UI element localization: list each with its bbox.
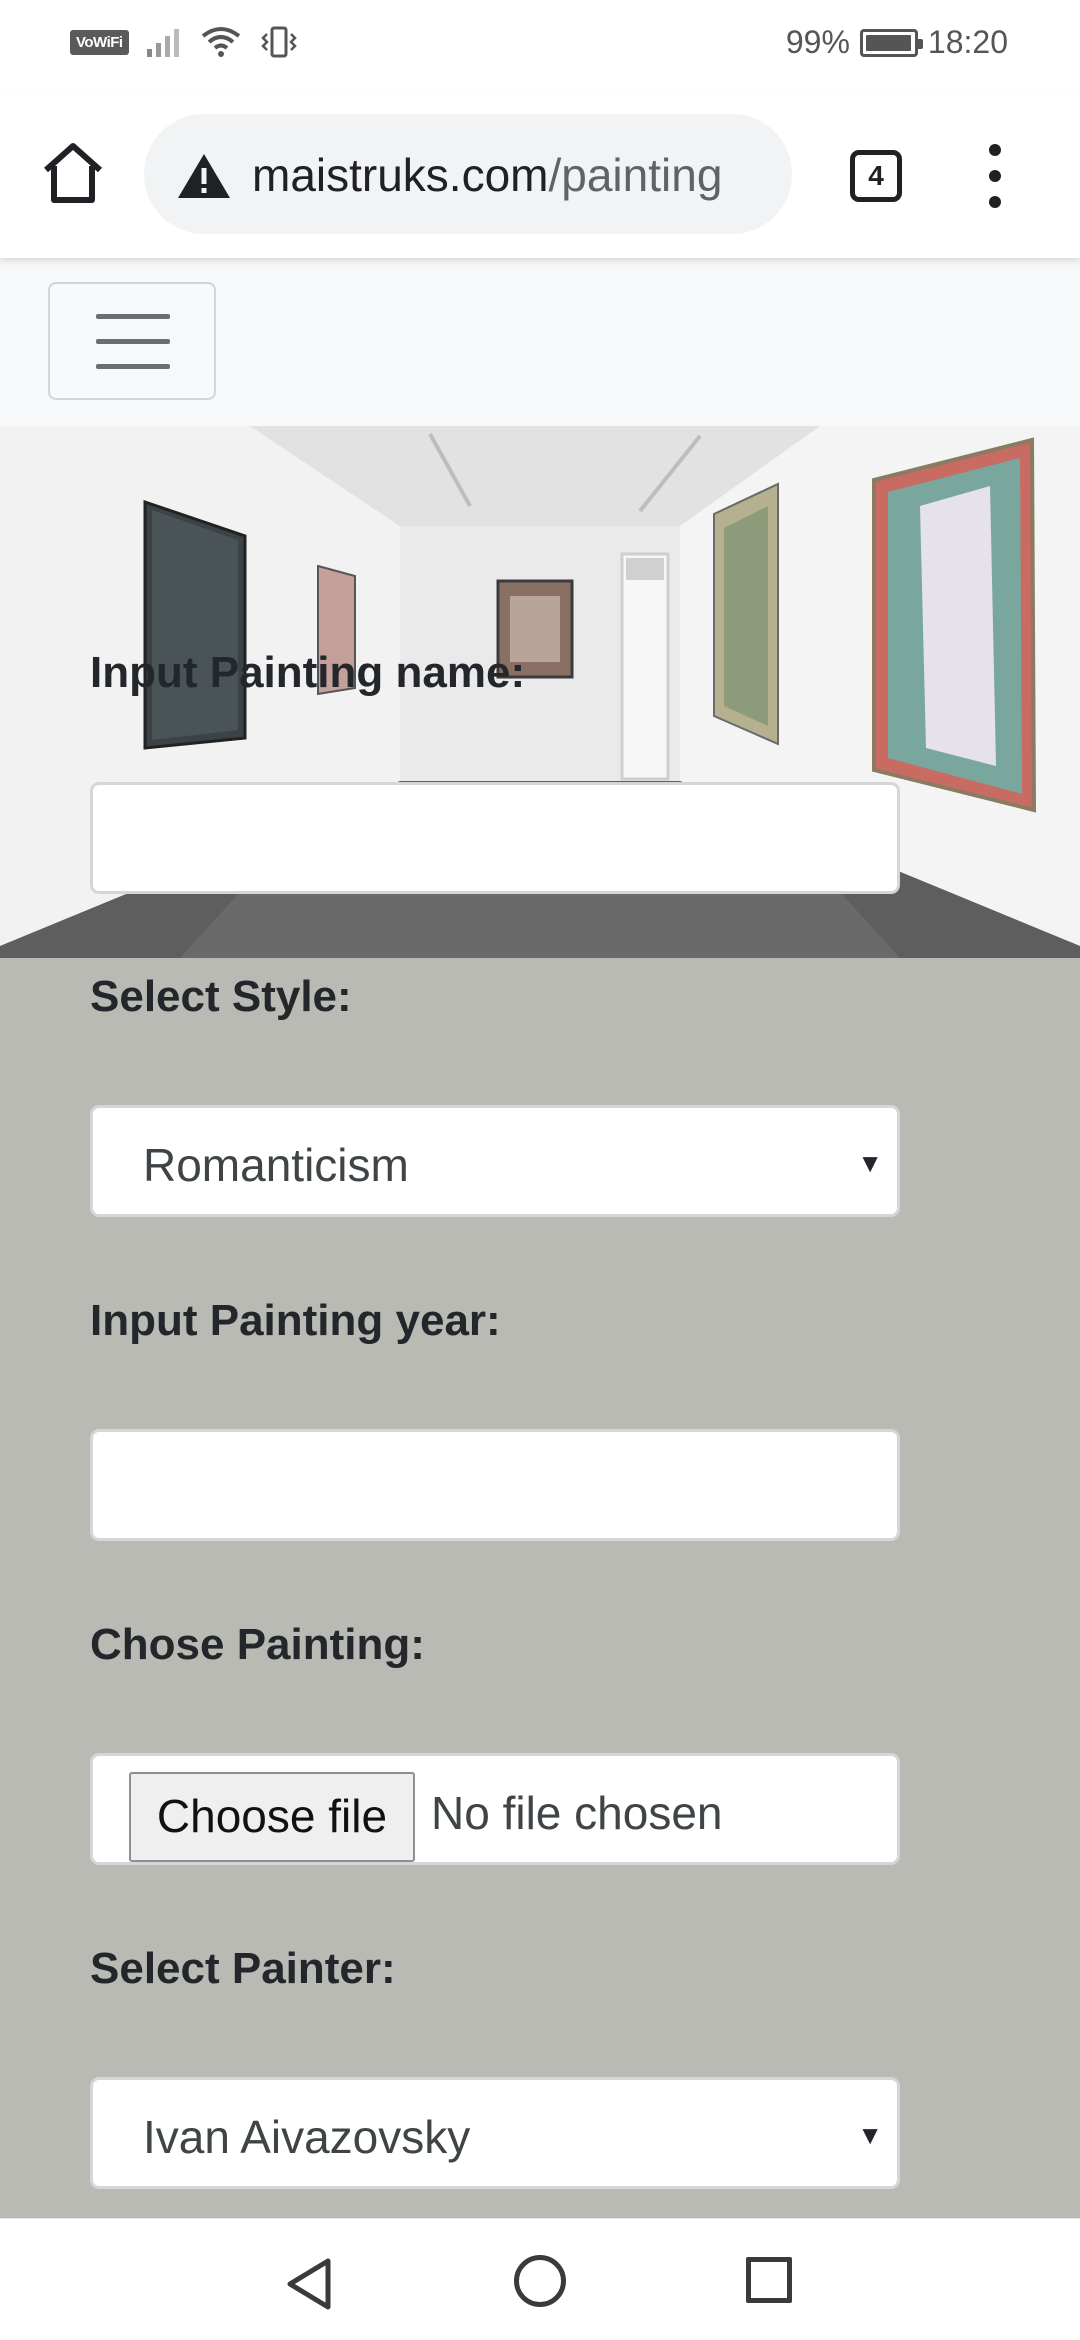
painter-selected-value: Ivan Aivazovsky xyxy=(143,2111,471,2163)
url-path: /painting xyxy=(548,149,723,201)
url-fade xyxy=(732,114,792,234)
url-text[interactable]: maistruks.com/painting xyxy=(252,148,722,202)
wifi-icon xyxy=(201,27,240,57)
painting-year-label: Input Painting year: xyxy=(90,1296,501,1345)
painting-name-input[interactable] xyxy=(90,782,900,894)
signal-icon xyxy=(146,29,179,57)
more-menu-icon[interactable] xyxy=(980,144,1010,208)
chevron-down-icon: ▼ xyxy=(857,1148,883,1178)
battery-level xyxy=(865,34,912,51)
style-selected-value: Romanticism xyxy=(143,1139,409,1191)
site-navbar xyxy=(0,258,1080,426)
painting-file-label: Chose Painting: xyxy=(90,1620,425,1669)
recents-icon[interactable] xyxy=(746,2257,792,2303)
file-status-text: No file chosen xyxy=(431,1787,723,1839)
system-navigation-bar xyxy=(0,2218,1080,2340)
back-icon[interactable] xyxy=(284,2257,334,2311)
painting-year-input[interactable] xyxy=(90,1429,900,1541)
menu-dot xyxy=(989,170,1001,182)
warning-icon[interactable] xyxy=(176,152,232,200)
painting-name-label: Input Painting name: xyxy=(90,648,526,697)
browser-toolbar: maistruks.com/painting 4 xyxy=(0,92,1080,258)
url-domain: maistruks.com xyxy=(252,149,549,201)
vowifi-badge: VoWiFi xyxy=(70,29,129,55)
tabs-icon[interactable]: 4 xyxy=(850,150,902,202)
style-select[interactable]: Romanticism ▼ xyxy=(90,1105,900,1217)
choose-file-button[interactable]: Choose file xyxy=(129,1772,415,1862)
hamburger-line xyxy=(96,339,170,344)
home-icon[interactable] xyxy=(38,138,108,208)
status-bar: VoWiFi 99% 18:20 xyxy=(0,0,1080,92)
status-right: 99% 18:20 xyxy=(786,24,1008,61)
vibrate-icon xyxy=(260,26,297,58)
battery-icon xyxy=(859,28,923,57)
clock: 18:20 xyxy=(927,24,1008,60)
hamburger-line xyxy=(96,364,170,369)
painting-file-input: Choose file No file chosen xyxy=(90,1753,900,1865)
status-left: VoWiFi xyxy=(70,26,299,58)
menu-dot xyxy=(989,196,1001,208)
menu-dot xyxy=(989,144,1001,156)
battery-percent: 99% xyxy=(785,24,850,60)
painter-label: Select Painter: xyxy=(90,1944,396,1993)
painter-select[interactable]: Ivan Aivazovsky ▼ xyxy=(90,2077,900,2189)
style-label: Select Style: xyxy=(90,972,352,1021)
address-bar[interactable]: maistruks.com/painting xyxy=(144,114,792,234)
home-circle-icon[interactable] xyxy=(514,2255,566,2307)
hamburger-icon[interactable] xyxy=(48,282,216,400)
hamburger-line xyxy=(96,314,170,319)
chevron-down-icon: ▼ xyxy=(857,2120,883,2150)
